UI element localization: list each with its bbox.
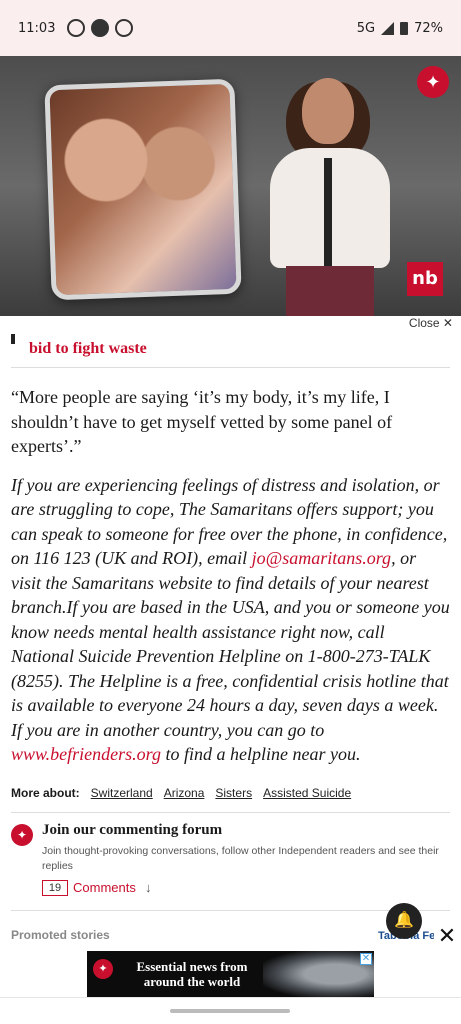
related-article-link[interactable]: bid to fight waste <box>11 334 450 368</box>
more-about-label: More about: <box>11 786 80 800</box>
more-about-tags: More about: Switzerland Arizona Sisters … <box>11 786 351 800</box>
ad-banner[interactable]: ✦ Essential news from around the world ✕ <box>87 951 374 997</box>
divider <box>11 910 450 911</box>
notification-icon <box>67 19 86 37</box>
forum-title[interactable]: Join our commenting forum <box>42 822 222 839</box>
tag-assisted-suicide[interactable]: Assisted Suicide <box>263 786 351 800</box>
independent-eagle-icon: ✦ <box>11 824 33 846</box>
network-label: 5G <box>356 20 376 36</box>
close-icon[interactable]: ✕ <box>434 924 460 950</box>
tag-arizona[interactable]: Arizona <box>164 786 205 800</box>
divider <box>0 997 461 998</box>
befrienders-link[interactable]: www.befrienders.org <box>11 744 161 764</box>
battery-percent: 72% <box>414 20 443 36</box>
quote-paragraph: “More people are saying ‘it’s my body, i… <box>11 387 393 456</box>
globe-image <box>263 951 374 997</box>
forum-description: Join thought-provoking conversations, fo… <box>42 845 439 872</box>
nb-logo: nb <box>407 262 443 296</box>
video-player[interactable]: ✦ nb <box>0 56 461 316</box>
presenter-figure <box>262 70 398 316</box>
independent-eagle-icon: ✦ <box>93 959 113 979</box>
data-saver-icon <box>115 19 134 37</box>
ad-text: Essential news from around the world <box>136 959 248 989</box>
clock: 11:03 <box>18 20 56 36</box>
tag-switzerland[interactable]: Switzerland <box>91 786 153 800</box>
comments-link[interactable]: Comments <box>73 880 136 895</box>
arrow-down-icon[interactable]: ↓ <box>145 880 152 895</box>
status-bar: 11:03 5G 72% <box>0 0 461 56</box>
bell-icon[interactable]: 🔔 <box>386 903 422 939</box>
samaritans-email-link[interactable]: jo@samaritans.org <box>252 548 391 568</box>
helpline-paragraph: If you are experiencing feelings of dist… <box>11 474 450 765</box>
settings-icon <box>91 19 110 37</box>
signal-icon <box>381 21 395 35</box>
divider <box>11 812 450 813</box>
battery-icon <box>400 21 409 35</box>
sisters-photo <box>44 78 242 301</box>
tag-sisters[interactable]: Sisters <box>215 786 252 800</box>
promoted-stories-label: Promoted stories <box>11 928 110 942</box>
home-indicator[interactable] <box>170 1009 290 1013</box>
article-body: bid to fight waste “More people are sayi… <box>0 334 461 767</box>
ad-close-icon[interactable]: ✕ <box>360 953 372 965</box>
independent-eagle-icon: ✦ <box>417 66 449 98</box>
close-video-button[interactable]: Close ✕ <box>0 316 461 334</box>
comment-count[interactable]: 19 <box>42 880 68 896</box>
